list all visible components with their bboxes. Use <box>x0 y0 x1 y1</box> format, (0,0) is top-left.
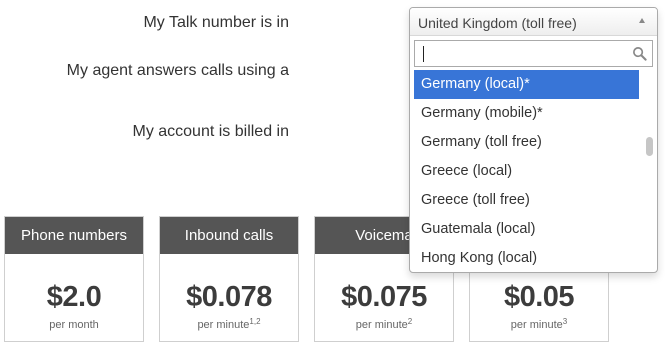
card-price: $0.078 <box>186 281 272 313</box>
card-heading: Phone numbers <box>5 217 143 254</box>
card-price: $2.0 <box>46 281 102 313</box>
search-box[interactable] <box>414 40 653 67</box>
card-footnote: 3 <box>562 317 568 326</box>
card-heading: Inbound calls <box>160 217 298 254</box>
country-select[interactable]: United Kingdom (toll free) <box>410 8 657 36</box>
pricing-card-inbound-calls: Inbound calls $0.078 per minute1,2 <box>159 216 299 342</box>
option-greece-local[interactable]: Greece (local) <box>414 157 639 186</box>
card-unit-wrap: per month <box>5 317 143 331</box>
card-footnote: 2 <box>407 317 413 326</box>
card-price: $0.075 <box>341 281 427 313</box>
scrollbar[interactable] <box>644 70 654 272</box>
card-footnote: 1,2 <box>249 317 261 326</box>
option-germany-local[interactable]: Germany (local)* <box>414 70 639 99</box>
talk-number-label: My Talk number is in <box>143 14 289 31</box>
scrollbar-thumb[interactable] <box>646 137 653 156</box>
pricing-card-phone-numbers: Phone numbers $2.0 per month <box>4 216 144 342</box>
card-unit: per month <box>49 319 99 331</box>
card-unit: per minute <box>197 319 250 331</box>
card-unit: per minute <box>355 319 408 331</box>
card-unit-wrap: per minute3 <box>470 317 608 331</box>
option-hong-kong-local[interactable]: Hong Kong (local) <box>414 244 639 272</box>
card-price: $0.05 <box>503 281 575 313</box>
search-input[interactable] <box>415 41 652 66</box>
agent-answers-label: My agent answers calls using a <box>66 62 289 79</box>
card-unit-wrap: per minute2 <box>315 317 453 331</box>
option-guatemala-local[interactable]: Guatemala (local) <box>414 215 639 244</box>
country-dropdown[interactable]: United Kingdom (toll free) Germany (loca… <box>409 7 658 273</box>
caret-up-icon[interactable] <box>639 18 645 23</box>
option-germany-mobile[interactable]: Germany (mobile)* <box>414 99 639 128</box>
search-icon <box>633 47 647 61</box>
card-unit: per minute <box>510 319 563 331</box>
option-germany-toll-free[interactable]: Germany (toll free) <box>414 128 639 157</box>
card-unit-wrap: per minute1,2 <box>160 317 298 331</box>
selected-country: United Kingdom (toll free) <box>418 15 577 31</box>
text-cursor <box>423 46 424 62</box>
billed-in-label: My account is billed in <box>132 123 289 140</box>
options-list: Germany (local)* Germany (mobile)* Germa… <box>414 70 639 272</box>
option-greece-toll-free[interactable]: Greece (toll free) <box>414 186 639 215</box>
